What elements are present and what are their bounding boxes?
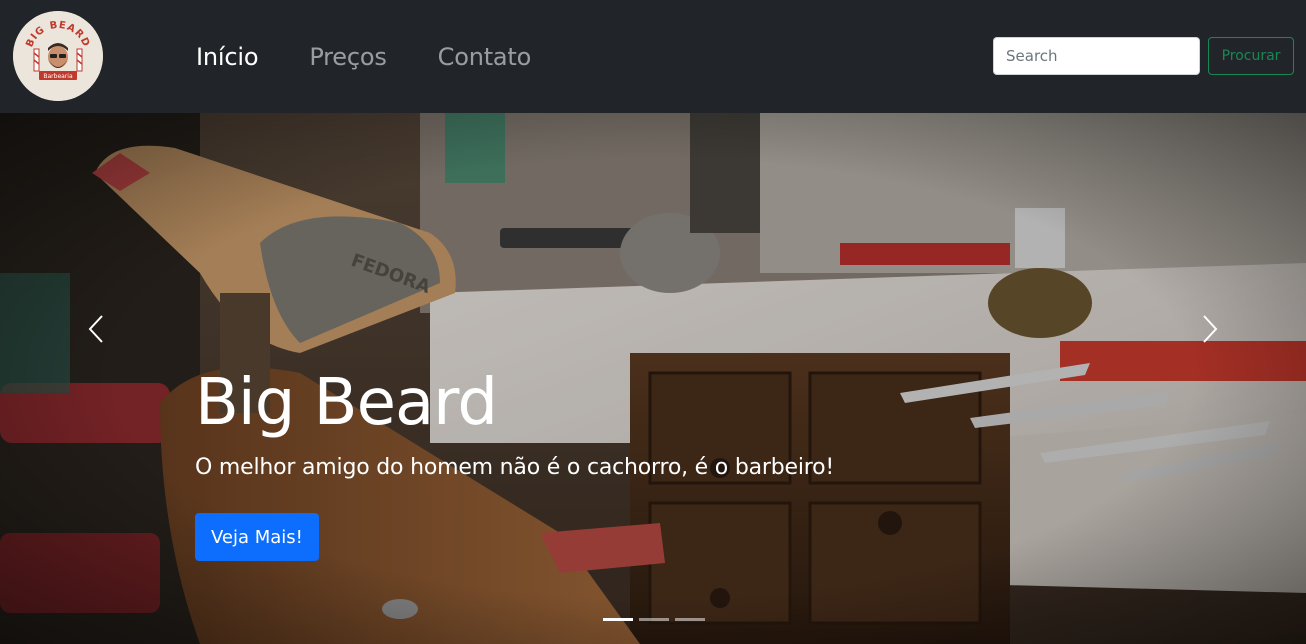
- veja-mais-button[interactable]: Veja Mais!: [195, 513, 319, 561]
- carousel-indicator-3[interactable]: [675, 618, 705, 621]
- nav-link-inicio[interactable]: Início: [196, 40, 259, 74]
- chevron-left-icon: [88, 315, 103, 343]
- barber-logo-icon: BIG BEARD Barbearia: [13, 11, 103, 101]
- nav-link-precos[interactable]: Preços: [309, 40, 387, 74]
- search-form: Procurar: [993, 37, 1294, 75]
- nav-link-contato[interactable]: Contato: [438, 40, 532, 74]
- chevron-right-icon: [1203, 315, 1218, 343]
- search-button[interactable]: Procurar: [1208, 37, 1294, 75]
- carousel-indicator-1[interactable]: [603, 618, 633, 621]
- slide-text: O melhor amigo do homem não é o cachorro…: [195, 455, 835, 480]
- search-input[interactable]: [993, 37, 1200, 75]
- carousel-prev-button[interactable]: [76, 309, 116, 349]
- hero-carousel: FEDORA Big Beard O melhor amigo do homem…: [0, 113, 1306, 644]
- svg-text:Barbearia: Barbearia: [43, 73, 73, 80]
- navbar: BIG BEARD Barbearia Início Preços Contat…: [0, 0, 1306, 113]
- brand-logo[interactable]: BIG BEARD Barbearia: [13, 11, 103, 101]
- carousel-caption: Big Beard O melhor amigo do homem não é …: [195, 363, 995, 561]
- carousel-indicator-2[interactable]: [639, 618, 669, 621]
- carousel-indicators: [603, 618, 705, 621]
- carousel-next-button[interactable]: [1190, 309, 1230, 349]
- nav-links: Início Preços Contato: [196, 40, 531, 74]
- slide-title: Big Beard: [195, 366, 498, 440]
